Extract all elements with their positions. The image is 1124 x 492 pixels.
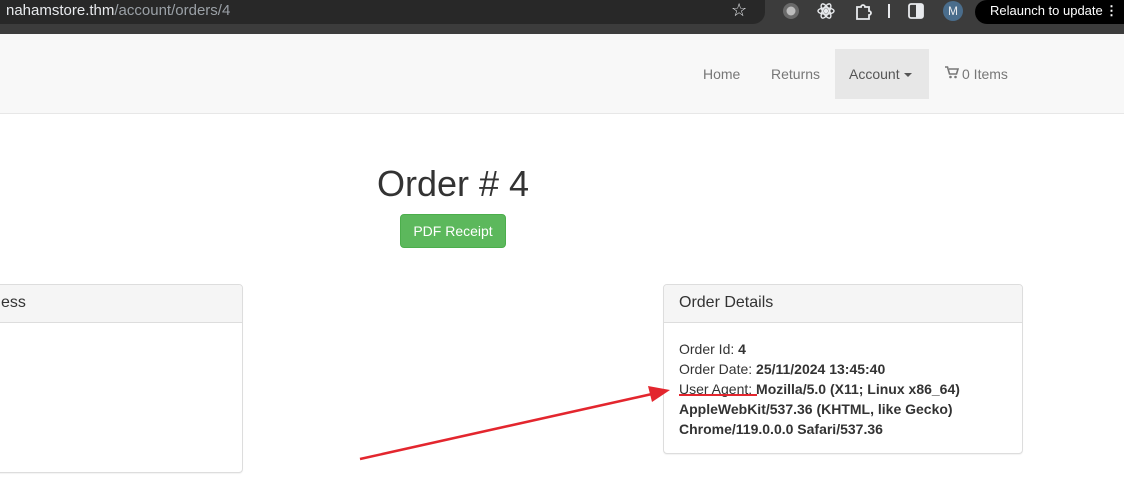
annotation-arrow (359, 386, 670, 461)
